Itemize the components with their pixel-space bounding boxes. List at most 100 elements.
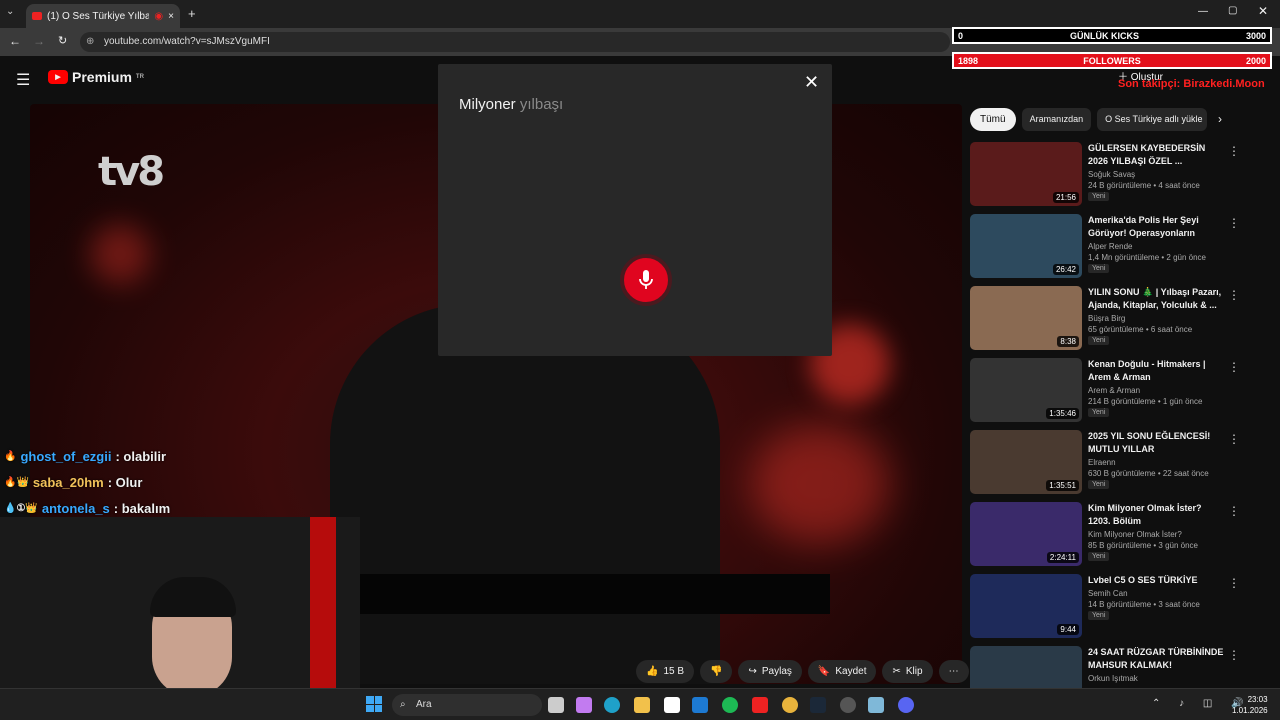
fire-badge-icon: 🔥👑 — [4, 476, 29, 488]
like-button[interactable]: 👍 15 B — [636, 660, 695, 683]
more-vert-icon[interactable]: ⋮ — [1228, 144, 1240, 158]
more-vert-icon[interactable]: ⋮ — [1228, 648, 1240, 662]
followers-current: 1898 — [958, 55, 979, 66]
bokeh-light — [90, 224, 150, 284]
video-thumbnail[interactable]: 1:35:46 — [970, 358, 1082, 422]
steam-icon[interactable] — [810, 697, 826, 713]
related-video[interactable]: 1:35:46 Kenan Doğulu - Hitmakers | Arem &… — [970, 358, 1250, 430]
tab-search-icon[interactable]: ⌄ — [6, 6, 14, 17]
more-vert-icon[interactable]: ⋮ — [1228, 288, 1240, 302]
share-button[interactable]: ↪ Paylaş — [738, 660, 802, 683]
browser-tab[interactable]: (1) O Ses Türkiye Yılbaşı 31 ◉ × — [26, 4, 180, 28]
more-vert-icon[interactable]: ⋮ — [1228, 504, 1240, 518]
store-icon[interactable] — [664, 697, 680, 713]
video-thumbnail[interactable]: 1:35:51 — [970, 430, 1082, 494]
edge-icon[interactable] — [604, 697, 620, 713]
url-field[interactable]: ⊕ youtube.com/watch?v=sJMszVguMFI — [80, 32, 950, 52]
related-video[interactable]: 8:38 YILIN SONU 🎄 | Yılbaşı Pazarı, Ajand… — [970, 286, 1250, 358]
video-title[interactable]: GÜLERSEN KAYBEDERSİN 2026 YILBAŞI ÖZEL .… — [1088, 142, 1226, 168]
video-thumbnail[interactable]: 8:38 — [970, 286, 1082, 350]
streamer-cap — [150, 577, 236, 617]
tab-close-icon[interactable]: × — [168, 11, 174, 22]
clock[interactable]: 23:03 1.01.2026 — [1232, 694, 1268, 716]
video-title[interactable]: YILIN SONU 🎄 | Yılbaşı Pazarı, Ajanda, K… — [1088, 286, 1226, 312]
file-explorer-icon[interactable] — [634, 697, 650, 713]
reload-icon[interactable]: ↻ — [58, 34, 67, 47]
maximize-icon[interactable]: ▢ — [1228, 5, 1237, 16]
clip-button[interactable]: ✂ Klip — [882, 660, 933, 683]
like-count: 15 B — [663, 666, 685, 677]
chrome-icon[interactable] — [782, 697, 798, 713]
followers-label: FOLLOWERS — [1083, 55, 1141, 66]
youtube-premium-logo[interactable]: ▶ Premium TR — [48, 69, 144, 85]
stream-chat: 🔥 ghost_of_ezgii: olabilir 🔥👑 saba_20hm: O… — [4, 443, 170, 521]
video-title[interactable]: Lvbel C5 O SES TÜRKİYE — [1088, 574, 1226, 587]
channel-name[interactable]: Alper Rende — [1088, 242, 1226, 251]
channel-name[interactable]: Büşra Birg — [1088, 314, 1226, 323]
last-follower-text: Son takipçi: Birazkedi.Moon — [1118, 78, 1265, 90]
bokeh-light — [750, 424, 890, 544]
video-title[interactable]: Kenan Doğulu - Hitmakers | Arem & Arman — [1088, 358, 1226, 384]
video-thumbnail[interactable]: 26:42 — [970, 214, 1082, 278]
channel-name[interactable]: Kim Milyoner Olmak İster? — [1088, 530, 1226, 539]
new-badge: Yeni — [1088, 611, 1110, 620]
site-info-icon[interactable]: ⊕ — [86, 32, 94, 52]
forward-icon[interactable]: → — [33, 34, 45, 48]
video-actions: 👍 15 B 👎 ↪ Paylaş 🔖 Kaydet ✂ Klip ⋯ — [636, 660, 969, 683]
more-button[interactable]: ⋯ — [938, 660, 969, 683]
new-tab-icon[interactable]: + — [188, 6, 196, 21]
save-button[interactable]: 🔖 Kaydet — [807, 660, 877, 683]
windows-start-icon[interactable] — [366, 696, 382, 712]
close-icon[interactable]: ✕ — [804, 72, 819, 93]
video-title[interactable]: Amerika'da Polis Her Şeyi Görüyor! Opera… — [1088, 214, 1226, 240]
obs-icon[interactable] — [840, 697, 856, 713]
related-videos-list: 21:56 GÜLERSEN KAYBEDERSİN 2026 YILBAŞI Ö… — [970, 142, 1250, 718]
chip-from-search[interactable]: Aramanızdan — [1021, 108, 1092, 131]
more-vert-icon[interactable]: ⋮ — [1228, 432, 1240, 446]
video-title[interactable]: 24 SAAT RÜZGAR TÜRBİNİNDE MAHSUR KALMAK! — [1088, 646, 1226, 672]
channel-name[interactable]: Orkun Işıtmak — [1088, 674, 1226, 683]
related-video[interactable]: 9:44 Lvbel C5 O SES TÜRKİYE Semih Can 14 B … — [970, 574, 1250, 646]
channel-name[interactable]: Soğuk Savaş — [1088, 170, 1226, 179]
window-close-icon[interactable]: ✕ — [1258, 4, 1268, 18]
related-video[interactable]: 26:42 Amerika'da Polis Her Şeyi Görüyor! … — [970, 214, 1250, 286]
recorder-icon[interactable] — [752, 697, 768, 713]
channel-name[interactable]: Elraenn — [1088, 458, 1226, 467]
discord-icon[interactable] — [898, 697, 914, 713]
task-view-icon[interactable] — [548, 697, 564, 713]
minimize-icon[interactable]: — — [1198, 6, 1208, 17]
hamburger-menu-icon[interactable]: ☰ — [16, 70, 30, 90]
video-info: Lvbel C5 O SES TÜRKİYE Semih Can 14 B görü… — [1088, 574, 1226, 646]
related-video[interactable]: 21:56 GÜLERSEN KAYBEDERSİN 2026 YILBAŞI Ö… — [970, 142, 1250, 214]
related-video[interactable]: 1:35:51 2025 YIL SONU EĞLENCESİ! MUTLU YI… — [970, 430, 1250, 502]
chevron-right-icon[interactable]: › — [1218, 112, 1222, 126]
more-vert-icon[interactable]: ⋮ — [1228, 216, 1240, 230]
more-vert-icon[interactable]: ⋮ — [1228, 576, 1240, 590]
video-title[interactable]: 2025 YIL SONU EĞLENCESİ! MUTLU YILLAR — [1088, 430, 1226, 456]
spotify-icon[interactable] — [722, 697, 738, 713]
more-vert-icon[interactable]: ⋮ — [1228, 360, 1240, 374]
video-thumbnail[interactable]: 2:24:11 — [970, 502, 1082, 566]
chip-all[interactable]: Tümü — [970, 108, 1016, 131]
app-icon[interactable] — [868, 697, 884, 713]
microphone-icon — [639, 270, 653, 289]
video-meta: 14 B görüntüleme • 3 saat önce — [1088, 600, 1200, 609]
microphone-button[interactable] — [620, 254, 672, 306]
taskbar-search[interactable]: ⌕ Ara — [392, 694, 542, 716]
channel-name[interactable]: Arem & Arman — [1088, 386, 1226, 395]
video-title[interactable]: Kim Milyoner Olmak İster? 1203. Bölüm — [1088, 502, 1226, 528]
clock-date: 1.01.2026 — [1232, 706, 1268, 715]
video-duration: 2:24:11 — [1046, 552, 1079, 563]
copilot-icon[interactable] — [576, 697, 592, 713]
channel-name[interactable]: Semih Can — [1088, 589, 1226, 598]
dislike-button[interactable]: 👎 — [700, 660, 733, 683]
video-thumbnail[interactable]: 9:44 — [970, 574, 1082, 638]
video-thumbnail[interactable]: 21:56 — [970, 142, 1082, 206]
chip-channel[interactable]: O Ses Türkiye adlı yükle — [1097, 108, 1208, 131]
outlook-icon[interactable] — [692, 697, 708, 713]
back-icon[interactable]: ← — [9, 34, 21, 48]
video-duration: 21:56 — [1052, 192, 1079, 203]
related-video[interactable]: 2:24:11 Kim Milyoner Olmak İster? 1203. B… — [970, 502, 1250, 574]
new-badge: Yeni — [1088, 192, 1110, 201]
more-icon: ⋯ — [948, 666, 959, 677]
